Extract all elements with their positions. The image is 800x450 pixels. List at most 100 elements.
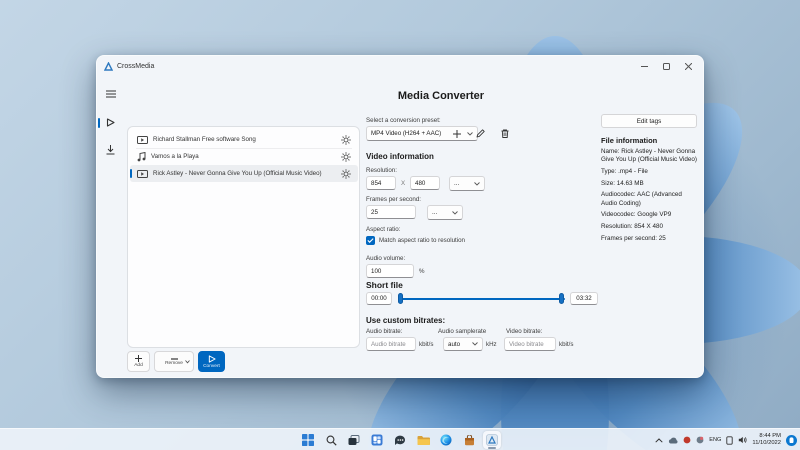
- taskbar-crossmedia-app[interactable]: [483, 431, 501, 449]
- edit-preset-button[interactable]: [473, 126, 488, 141]
- file-explorer-button[interactable]: [414, 431, 432, 449]
- file-info-name: Name: Rick Astley - Never Gonna Give You…: [601, 148, 699, 164]
- task-view-icon: [348, 435, 360, 446]
- tray-app-grey-icon[interactable]: [696, 436, 704, 444]
- fps-preset-combobox[interactable]: ...: [427, 205, 463, 220]
- edge-button[interactable]: [437, 431, 455, 449]
- trim-slider-track[interactable]: [399, 298, 565, 300]
- remove-button-label: Remove: [165, 361, 183, 366]
- clock-time: 8:44 PM: [752, 433, 781, 440]
- trim-start-input[interactable]: [366, 292, 392, 305]
- window-titlebar[interactable]: CrossMedia: [97, 56, 703, 76]
- app-logo-icon: [104, 62, 113, 71]
- nav-item-converter[interactable]: [102, 115, 119, 130]
- windows-start-icon: [302, 434, 314, 446]
- plus-icon: [453, 130, 461, 138]
- store-button[interactable]: [460, 431, 478, 449]
- crossmedia-app-icon: [486, 434, 498, 446]
- trim-start-handle[interactable]: [398, 293, 403, 304]
- nav-selected-indicator: [98, 118, 100, 128]
- delete-preset-button[interactable]: [497, 126, 512, 141]
- onedrive-cloud-icon[interactable]: [668, 437, 678, 444]
- audio-file-icon: [137, 152, 146, 162]
- maximize-button[interactable]: [655, 56, 677, 76]
- task-view-button[interactable]: [345, 431, 363, 449]
- file-information-panel: Name: Rick Astley - Never Gonna Give You…: [601, 148, 699, 246]
- tray-chevron-up-icon[interactable]: [655, 438, 663, 443]
- file-info-audiocodec: Audiocodec: AAC (Advanced Audio Coding): [601, 191, 699, 207]
- file-info-videocodec: Videocodec: Google VP9: [601, 211, 699, 219]
- edit-tags-button[interactable]: Edit tags: [601, 114, 697, 128]
- add-button[interactable]: Add: [127, 351, 150, 372]
- notification-center-button[interactable]: [786, 435, 797, 446]
- chevron-down-icon[interactable]: [185, 360, 190, 364]
- chat-button[interactable]: [391, 431, 409, 449]
- file-information-heading: File information: [601, 136, 657, 145]
- video-bitrate-unit: kbit/s: [559, 341, 573, 348]
- short-file-heading: Short file: [366, 280, 403, 290]
- chevron-down-icon: [472, 342, 478, 346]
- remove-button[interactable]: Remove: [154, 351, 194, 372]
- aspect-ratio-checkbox-label: Match aspect ratio to resolution: [379, 237, 465, 244]
- chevron-down-icon: [474, 182, 480, 186]
- hamburger-menu-button[interactable]: [102, 86, 119, 101]
- video-file-icon: [137, 170, 148, 178]
- file-name: Richard Stallman Free software Song: [153, 136, 341, 143]
- fps-input[interactable]: [366, 205, 416, 219]
- resolution-separator: X: [401, 180, 405, 187]
- tray-app-red-icon[interactable]: [683, 436, 691, 444]
- plus-icon: [135, 355, 142, 362]
- phone-link-icon[interactable]: [726, 436, 733, 445]
- search-button[interactable]: [322, 431, 340, 449]
- video-bitrate-input[interactable]: [504, 337, 556, 351]
- file-explorer-icon: [417, 435, 430, 446]
- file-info-type: Type: .mp4 - File: [601, 168, 699, 176]
- edge-icon: [440, 434, 452, 446]
- resolution-preset-combobox[interactable]: ...: [449, 176, 485, 191]
- convert-button[interactable]: Convert: [198, 351, 225, 372]
- resolution-width-input[interactable]: [366, 176, 396, 190]
- file-info-size: Size: 14.63 MB: [601, 180, 699, 188]
- video-bitrate-label: Video bitrate:: [506, 328, 542, 335]
- add-button-label: Add: [134, 363, 143, 368]
- file-info-resolution: Resolution: 854 X 480: [601, 223, 699, 231]
- list-item-selected[interactable]: Rick Astley - Never Gonna Give You Up (O…: [130, 165, 358, 182]
- chat-icon: [394, 435, 406, 446]
- edit-tags-label: Edit tags: [637, 118, 662, 125]
- aspect-ratio-label: Aspect ratio:: [366, 226, 400, 233]
- widgets-button[interactable]: [368, 431, 386, 449]
- audio-samplerate-combobox[interactable]: auto: [443, 337, 483, 351]
- gear-icon[interactable]: [341, 169, 351, 179]
- file-name: Vamos a la Playa: [151, 153, 341, 160]
- resolution-preset-value: ...: [454, 180, 459, 187]
- taskbar-clock[interactable]: 8:44 PM 11/10/2022: [752, 433, 781, 446]
- speaker-icon[interactable]: [738, 436, 747, 444]
- fps-label: Frames per second:: [366, 196, 421, 203]
- start-button[interactable]: [299, 431, 317, 449]
- gear-icon[interactable]: [341, 152, 351, 162]
- nav-rail: [97, 76, 123, 379]
- trim-end-handle[interactable]: [559, 293, 564, 304]
- video-file-icon: [137, 136, 148, 144]
- resolution-height-input[interactable]: [410, 176, 440, 190]
- close-button[interactable]: [677, 56, 699, 76]
- audio-samplerate-unit: kHz: [486, 341, 497, 348]
- list-item[interactable]: Richard Stallman Free software Song: [130, 131, 358, 148]
- nav-item-download[interactable]: [102, 142, 119, 157]
- gear-icon[interactable]: [341, 135, 351, 145]
- taskbar: ENG 8:44 PM 11/10/2022: [0, 428, 800, 450]
- list-item[interactable]: Vamos a la Playa: [130, 148, 358, 165]
- window-title: CrossMedia: [117, 63, 154, 70]
- add-preset-button[interactable]: [449, 126, 464, 141]
- minimize-button[interactable]: [633, 56, 655, 76]
- audio-volume-unit: %: [419, 268, 425, 275]
- language-indicator[interactable]: ENG: [709, 437, 721, 443]
- audio-volume-input[interactable]: [366, 264, 414, 278]
- play-convert-icon: [106, 118, 115, 127]
- page-title: Media Converter: [366, 90, 516, 102]
- trim-end-input[interactable]: [570, 292, 598, 305]
- aspect-ratio-checkbox[interactable]: [366, 236, 375, 245]
- clock-date: 11/10/2022: [752, 440, 781, 447]
- audio-bitrate-label: Audio bitrate:: [366, 328, 402, 335]
- audio-bitrate-input[interactable]: [366, 337, 416, 351]
